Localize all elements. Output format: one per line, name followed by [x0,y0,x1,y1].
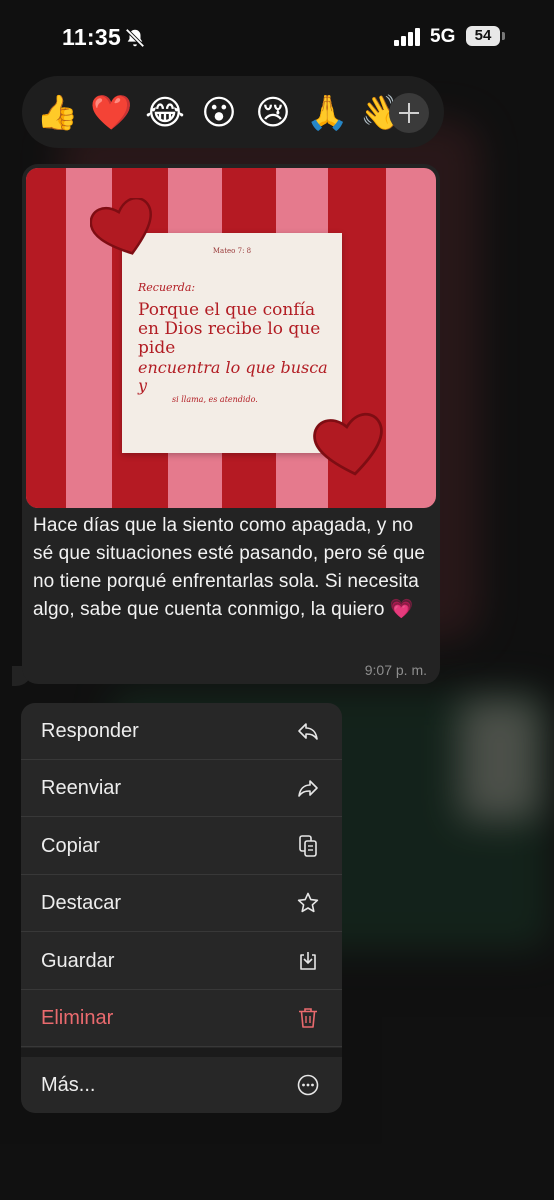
message-image[interactable]: Mateo 7: 8 Recuerda: Porque el que confí… [26,168,436,508]
star-icon [297,892,319,913]
muted-bell-icon [125,28,145,48]
menu-item-label: Reenviar [41,777,122,799]
status-time: 11:35 [62,24,122,50]
menu-item-label: Más... [41,1074,96,1096]
battery-icon: 54 [466,26,500,46]
menu-item-label: Guardar [41,950,115,972]
verse-small: si llama, es atendido. [172,395,258,404]
heart-icon [313,412,383,476]
forward-icon [298,780,318,797]
plus-icon[interactable] [389,93,429,133]
trash-icon [299,1008,317,1028]
reply-icon [298,723,318,740]
menu-item-label: Responder [41,720,139,742]
stripe [26,168,66,508]
verse-hint: Recuerda: [138,281,196,294]
surprised-icon[interactable]: 😮 [198,92,240,134]
heart-icon [90,198,152,255]
menu-item-star[interactable]: Destacar [21,875,342,932]
more-icon [297,1074,319,1096]
verse-card: Mateo 7: 8 Recuerda: Porque el que confí… [122,233,342,453]
copy-icon [299,835,317,857]
status-bar: 11:35 5G 54 [0,0,554,72]
message-timestamp: 9:07 p. m. [364,662,427,678]
tears-of-joy-icon[interactable]: 😂 [144,92,186,134]
menu-item-label: Eliminar [41,1007,114,1029]
network-type: 5G [430,26,456,47]
signal-icon [394,28,420,46]
menu-item-delete[interactable]: Eliminar [21,990,342,1047]
red-heart-icon[interactable]: ❤️ [90,92,132,134]
menu-item-label: Destacar [41,892,122,914]
battery-tip [502,32,505,40]
reaction-bar: 👍 ❤️ 😂 😮 😢 🙏 👋 [22,76,444,148]
menu-item-reply[interactable]: Responder [21,703,342,760]
thumbs-up-icon[interactable]: 👍 [36,92,78,134]
praying-hands-icon[interactable]: 🙏 [306,92,348,134]
verse-italic: encuentra lo que busca y [138,358,328,395]
message-text: Hace días que la siento como apagada, y … [33,515,426,620]
menu-item-more[interactable]: Más... [21,1057,342,1113]
menu-item-forward[interactable]: Reenviar [21,760,342,817]
save-icon [300,952,316,970]
menu-separator [21,1048,342,1057]
crying-icon[interactable]: 😢 [252,92,294,134]
menu-item-copy[interactable]: Copiar [21,818,342,875]
context-menu: Responder Reenviar Copiar Destacar Guard… [21,703,342,1113]
menu-item-save[interactable]: Guardar [21,933,342,990]
menu-item-label: Copiar [41,835,100,857]
verse-main: Porque el que confía en Dios recibe lo q… [138,300,321,358]
